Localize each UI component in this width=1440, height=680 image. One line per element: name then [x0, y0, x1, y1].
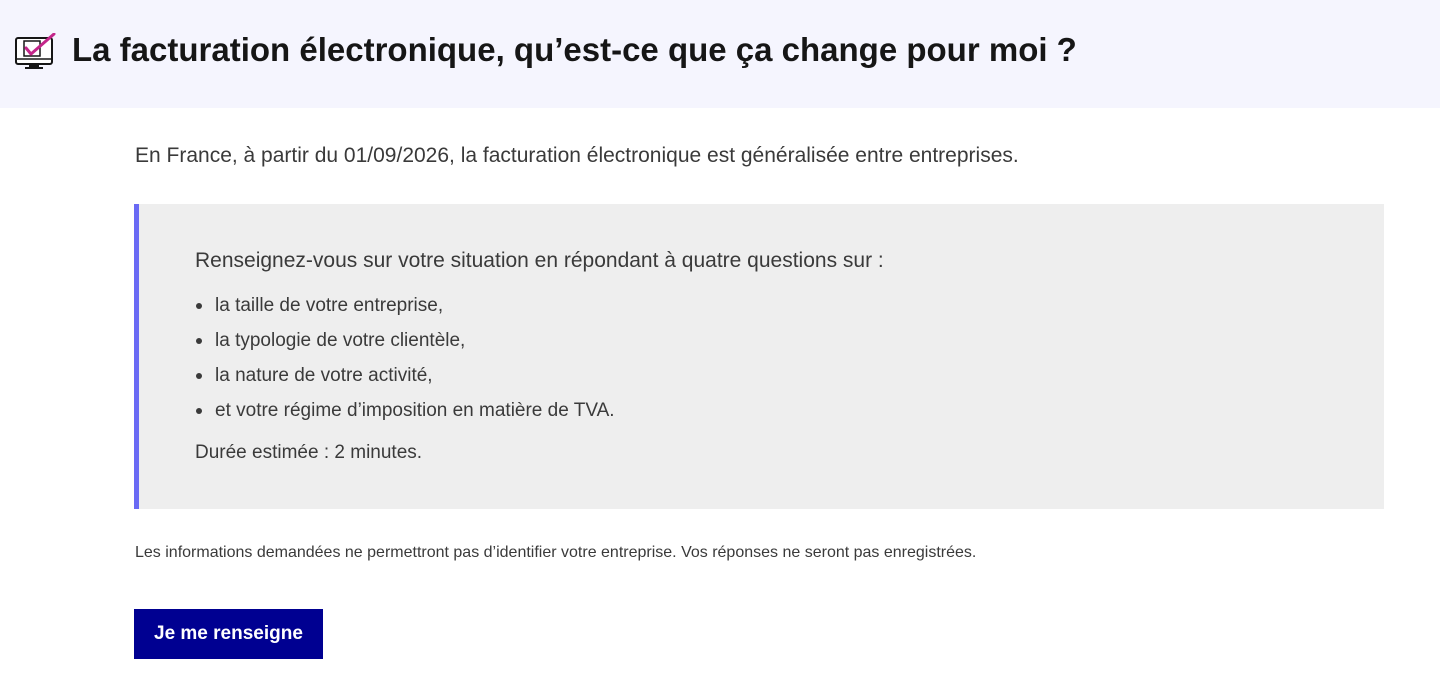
list-item: la typologie de votre clientèle, — [195, 323, 615, 358]
page-header: La facturation électronique, qu’est-ce q… — [0, 0, 1440, 108]
privacy-disclaimer: Les informations demandées ne permettron… — [135, 544, 977, 561]
list-item: la nature de votre activité, — [195, 358, 615, 393]
estimated-duration: Durée estimée : 2 minutes. — [195, 442, 423, 463]
intro-text: En France, à partir du 01/09/2026, la fa… — [135, 144, 1019, 167]
start-questionnaire-button[interactable]: Je me renseigne — [134, 609, 323, 659]
list-item: la taille de votre entreprise, — [195, 288, 615, 323]
callout-list: la taille de votre entreprise, la typolo… — [195, 288, 615, 428]
info-callout: Renseignez-vous sur votre situation en r… — [134, 204, 1384, 509]
callout-lead: Renseignez-vous sur votre situation en r… — [195, 249, 884, 272]
page-title: La facturation électronique, qu’est-ce q… — [72, 31, 1077, 68]
checkbox-monitor-icon — [14, 32, 58, 71]
list-item: et votre régime d’imposition en matière … — [195, 393, 615, 428]
